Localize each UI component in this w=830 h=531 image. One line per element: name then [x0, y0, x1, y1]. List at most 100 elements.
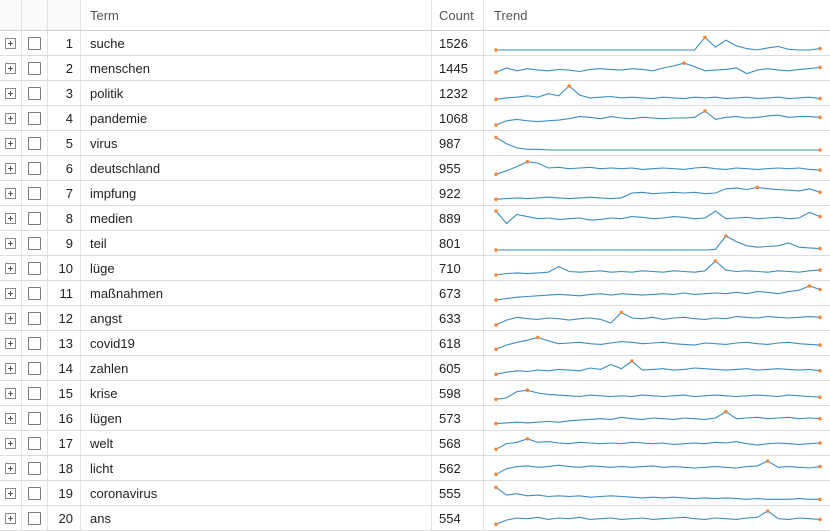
row-index: 1	[48, 31, 81, 55]
expand-cell	[0, 331, 22, 355]
expand-icon[interactable]	[5, 87, 16, 99]
trend-marker	[818, 190, 822, 195]
row-checkbox[interactable]	[28, 161, 41, 175]
trend-cell	[484, 281, 830, 305]
trend-sparkline	[494, 459, 822, 477]
table-row[interactable]: 12 angst 633	[0, 306, 830, 331]
trend-marker	[765, 459, 770, 463]
row-checkbox[interactable]	[28, 136, 41, 150]
row-index: 4	[48, 106, 81, 130]
expand-icon[interactable]	[5, 462, 16, 474]
table-row[interactable]: 9 teil 801	[0, 231, 830, 256]
trend-line	[496, 36, 821, 51]
row-checkbox[interactable]	[28, 386, 41, 400]
table-row[interactable]: 6 deutschland 955	[0, 156, 830, 181]
table-row[interactable]: 11 maßnahmen 673	[0, 281, 830, 306]
term-cell: covid19	[81, 331, 432, 355]
table-row[interactable]: 8 medien 889	[0, 206, 830, 231]
table-row[interactable]: 14 zahlen 605	[0, 356, 830, 381]
table-row[interactable]: 18 licht 562	[0, 456, 830, 481]
expand-icon[interactable]	[5, 37, 16, 49]
trend-marker	[494, 70, 498, 74]
row-checkbox[interactable]	[28, 61, 41, 75]
trend-marker	[713, 259, 718, 263]
expand-cell	[0, 256, 22, 280]
row-checkbox[interactable]	[28, 211, 41, 225]
term-cell: deutschland	[81, 156, 432, 180]
row-checkbox[interactable]	[28, 311, 41, 325]
row-checkbox[interactable]	[28, 361, 41, 375]
header-count[interactable]: Count	[432, 0, 484, 30]
expand-icon[interactable]	[5, 137, 16, 149]
row-checkbox[interactable]	[28, 411, 41, 425]
table-row[interactable]: 20 ans 554	[0, 506, 830, 531]
expand-cell	[0, 506, 22, 530]
expand-icon[interactable]	[5, 337, 16, 349]
row-checkbox[interactable]	[28, 36, 41, 50]
table-row[interactable]: 2 menschen 1445	[0, 56, 830, 81]
table-row[interactable]: 3 politik 1232	[0, 81, 830, 106]
expand-icon[interactable]	[5, 512, 16, 524]
header-trend[interactable]: Trend	[484, 0, 830, 30]
table-row[interactable]: 16 lügen 573	[0, 406, 830, 431]
table-row[interactable]: 10 lüge 710	[0, 256, 830, 281]
expand-icon[interactable]	[5, 187, 16, 199]
expand-icon[interactable]	[5, 62, 16, 74]
row-checkbox[interactable]	[28, 336, 41, 350]
expand-icon[interactable]	[5, 262, 16, 274]
row-index: 15	[48, 381, 81, 405]
table-row[interactable]: 7 impfung 922	[0, 181, 830, 206]
expand-cell	[0, 131, 22, 155]
header-term[interactable]: Term	[81, 0, 432, 30]
term-cell: virus	[81, 131, 432, 155]
expand-icon[interactable]	[5, 487, 16, 499]
row-checkbox[interactable]	[28, 286, 41, 300]
expand-icon[interactable]	[5, 312, 16, 324]
row-checkbox[interactable]	[28, 186, 41, 200]
row-checkbox[interactable]	[28, 261, 41, 275]
row-index: 11	[48, 281, 81, 305]
select-cell	[22, 481, 48, 505]
trend-marker	[682, 61, 686, 65]
row-checkbox[interactable]	[28, 461, 41, 475]
trend-marker	[494, 472, 498, 477]
table-row[interactable]: 17 welt 568	[0, 431, 830, 456]
expand-cell	[0, 406, 22, 430]
count-cell: 568	[432, 431, 484, 455]
expand-icon[interactable]	[5, 387, 16, 399]
trend-marker	[494, 298, 498, 302]
count-cell: 573	[432, 406, 484, 430]
table-row[interactable]: 13 covid19 618	[0, 331, 830, 356]
expand-icon[interactable]	[5, 362, 16, 374]
count-cell: 554	[432, 506, 484, 530]
table-row[interactable]: 19 coronavirus 555	[0, 481, 830, 506]
expand-icon[interactable]	[5, 212, 16, 224]
count-cell: 555	[432, 481, 484, 505]
table-row[interactable]: 4 pandemie 1068	[0, 106, 830, 131]
expand-cell	[0, 231, 22, 255]
expand-cell	[0, 56, 22, 80]
row-checkbox[interactable]	[28, 436, 41, 450]
trend-line	[495, 85, 821, 100]
trend-sparkline	[494, 359, 822, 377]
table-row[interactable]: 15 krise 598	[0, 381, 830, 406]
trend-sparkline	[494, 185, 822, 202]
trend-marker	[494, 397, 498, 402]
row-checkbox[interactable]	[28, 86, 41, 100]
expand-icon[interactable]	[5, 287, 16, 299]
row-checkbox[interactable]	[28, 486, 41, 500]
expand-icon[interactable]	[5, 112, 16, 124]
expand-icon[interactable]	[5, 412, 16, 424]
expand-icon[interactable]	[5, 162, 16, 174]
trend-cell	[484, 256, 830, 280]
expand-icon[interactable]	[5, 437, 16, 449]
row-checkbox[interactable]	[28, 511, 41, 525]
term-cell: licht	[81, 456, 432, 480]
expand-icon[interactable]	[5, 237, 16, 249]
row-checkbox[interactable]	[28, 236, 41, 250]
table-row[interactable]: 5 virus 987	[0, 131, 830, 156]
row-checkbox[interactable]	[28, 111, 41, 125]
select-cell	[22, 106, 48, 130]
table-row[interactable]: 1 suche 1526	[0, 31, 830, 56]
trend-marker	[494, 97, 498, 102]
